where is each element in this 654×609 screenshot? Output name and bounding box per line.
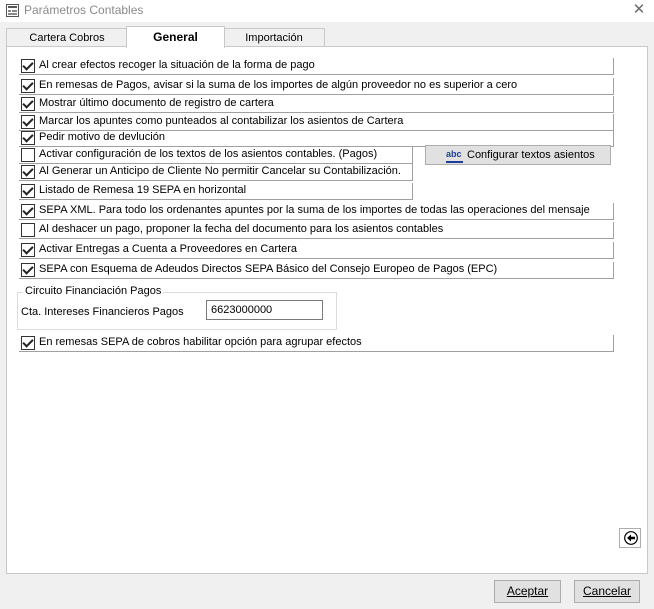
accept-button[interactable]: Aceptar xyxy=(494,580,561,603)
checkbox[interactable] xyxy=(21,131,35,145)
general-panel: Al crear efectos recoger la situación de… xyxy=(6,46,648,574)
option-anticipo-cliente[interactable]: Al Generar un Anticipo de Cliente No per… xyxy=(19,164,413,181)
option-entregas-cuenta[interactable]: Activar Entregas a Cuenta a Proveedores … xyxy=(19,242,614,259)
option-label: Mostrar último documento de registro de … xyxy=(39,97,274,109)
checkbox[interactable] xyxy=(21,97,35,111)
tab-importacion[interactable]: Importación xyxy=(223,28,325,47)
checkbox[interactable] xyxy=(21,223,35,237)
option-label: SEPA con Esquema de Adeudos Directos SEP… xyxy=(39,263,498,275)
checkbox[interactable] xyxy=(21,184,35,198)
option-recoger-situacion[interactable]: Al crear efectos recoger la situación de… xyxy=(19,58,614,75)
option-label: Activar Entregas a Cuenta a Proveedores … xyxy=(39,243,298,255)
checkbox[interactable] xyxy=(21,243,35,257)
option-label: Marcar los apuntes como punteados al con… xyxy=(39,115,404,127)
option-textos-asientos[interactable]: Activar configuración de los textos de l… xyxy=(19,147,413,164)
checkbox[interactable] xyxy=(21,59,35,73)
back-button[interactable] xyxy=(619,528,641,548)
checkbox[interactable] xyxy=(21,148,35,162)
interest-account-input[interactable] xyxy=(206,300,323,320)
option-sepa-adeudos-epc[interactable]: SEPA con Esquema de Adeudos Directos SEP… xyxy=(19,262,614,279)
option-label: Listado de Remesa 19 SEPA en horizontal xyxy=(39,184,247,196)
option-sepa-xml[interactable]: SEPA XML. Para todo los ordenantes apunt… xyxy=(19,203,614,220)
tab-cartera-cobros[interactable]: Cartera Cobros xyxy=(6,28,128,47)
checkbox[interactable] xyxy=(21,263,35,277)
option-ultimo-documento[interactable]: Mostrar último documento de registro de … xyxy=(19,96,614,113)
option-remesa-19-horizontal[interactable]: Listado de Remesa 19 SEPA en horizontal xyxy=(19,183,413,200)
option-label: En remesas de Pagos, avisar si la suma d… xyxy=(39,79,518,91)
configure-texts-label: Configurar textos asientos xyxy=(467,149,595,161)
interest-account-label: Cta. Intereses Financieros Pagos xyxy=(21,306,184,318)
abc-icon: abc xyxy=(446,150,463,163)
checkbox[interactable] xyxy=(21,79,35,93)
checkbox[interactable] xyxy=(21,204,35,218)
option-deshacer-pago[interactable]: Al deshacer un pago, proponer la fecha d… xyxy=(19,222,614,239)
checkbox[interactable] xyxy=(21,165,35,179)
financing-group: Circuito Financiación Pagos Cta. Interes… xyxy=(17,285,337,330)
option-label: Al deshacer un pago, proponer la fecha d… xyxy=(39,223,444,235)
tab-general[interactable]: General xyxy=(126,26,225,48)
checkbox[interactable] xyxy=(21,336,35,350)
option-sepa-agrupar-efectos[interactable]: En remesas SEPA de cobros habilitar opci… xyxy=(19,335,614,352)
option-label: Al crear efectos recoger la situación de… xyxy=(39,59,315,71)
close-icon[interactable]: ✕ xyxy=(632,1,646,19)
arrow-left-icon xyxy=(624,531,638,545)
option-marcar-punteados[interactable]: Marcar los apuntes como punteados al con… xyxy=(19,114,614,131)
option-label: Activar configuración de los textos de l… xyxy=(39,148,378,160)
cancel-button[interactable]: Cancelar xyxy=(574,580,640,603)
option-label: Pedir motivo de devlución xyxy=(39,131,165,143)
window-title: Parámetros Contables xyxy=(24,3,144,17)
option-label: Al Generar un Anticipo de Cliente No per… xyxy=(39,165,401,177)
option-label: SEPA XML. Para todo los ordenantes apunt… xyxy=(39,204,590,216)
financing-group-title: Circuito Financiación Pagos xyxy=(23,285,164,297)
configure-texts-button[interactable]: abc Configurar textos asientos xyxy=(425,145,611,165)
option-avisar-suma-proveedor[interactable]: En remesas de Pagos, avisar si la suma d… xyxy=(19,78,614,95)
option-label: En remesas SEPA de cobros habilitar opci… xyxy=(39,336,362,348)
title-bar: Parámetros Contables ✕ xyxy=(0,0,654,22)
app-icon xyxy=(6,4,19,17)
checkbox[interactable] xyxy=(21,115,35,129)
